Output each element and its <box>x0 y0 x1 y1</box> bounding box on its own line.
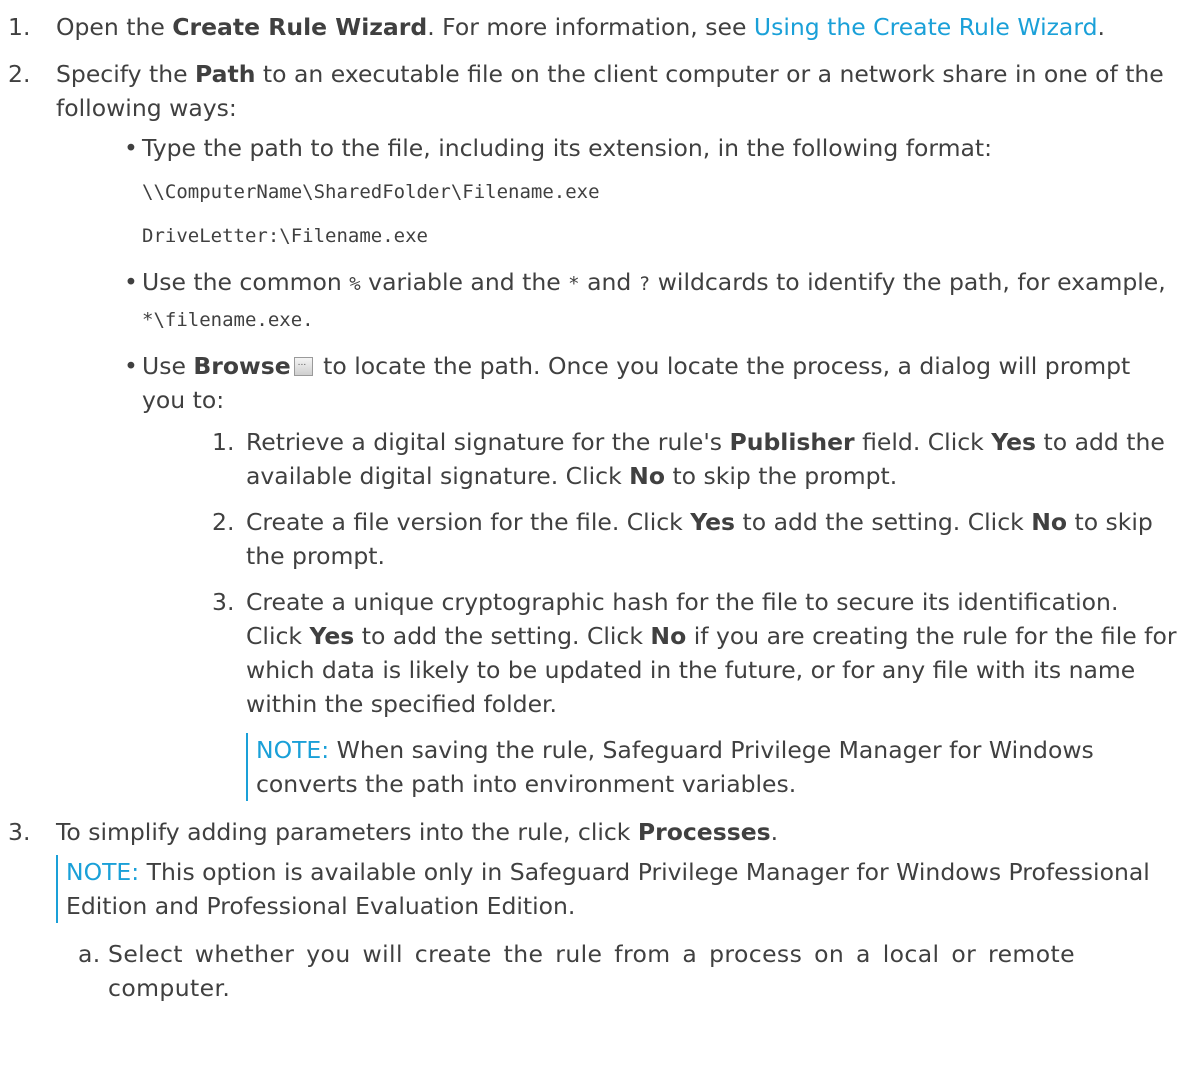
code-example-unc: \\ComputerName\SharedFolder\Filename.exe <box>142 181 600 203</box>
step-1: 1. Open the Create Rule Wizard. For more… <box>8 10 1177 44</box>
ui-term: Create Rule Wizard <box>172 13 428 41</box>
bullet-icon: • <box>124 134 138 162</box>
code-inline: * <box>568 273 580 295</box>
code-inline: *\filename.exe. <box>142 309 314 331</box>
note-environment-variables: NOTE: When saving the rule, Safeguard Pr… <box>246 733 1177 801</box>
substep-a: a. Select whether you will create the ru… <box>78 937 1177 1005</box>
bullet-icon: • <box>124 352 138 380</box>
prompt-step-2: 2. Create a file version for the file. C… <box>212 505 1177 573</box>
code-example-drive: DriveLetter:\Filename.exe <box>142 225 428 247</box>
processes-substeps: a. Select whether you will create the ru… <box>56 937 1177 1005</box>
procedure-steps: 1. Open the Create Rule Wizard. For more… <box>8 10 1177 1005</box>
step-number: 1. <box>212 428 235 456</box>
prompt-step-1: 1. Retrieve a digital signature for the … <box>212 425 1177 493</box>
prompt-step-3: 3. Create a unique cryptographic hash fo… <box>212 585 1177 721</box>
bullet-icon: • <box>124 268 138 296</box>
step-number: 2. <box>212 508 235 536</box>
step-3: 3. To simplify adding parameters into th… <box>8 815 1177 1005</box>
ui-term: Path <box>195 60 256 88</box>
prompt-steps: 1. Retrieve a digital signature for the … <box>142 425 1177 721</box>
step-2: 2. Specify the Path to an executable fil… <box>8 57 1177 801</box>
step-number: 3. <box>8 818 31 846</box>
path-methods-list: • Type the path to the file, including i… <box>56 131 1177 801</box>
code-inline: ? <box>638 273 651 295</box>
step-number: 1. <box>8 13 31 41</box>
ui-term: Browse <box>193 352 291 380</box>
browse-button-icon <box>293 346 313 380</box>
create-rule-wizard-link[interactable]: Using the Create Rule Wizard <box>754 13 1098 41</box>
document-body: 1. Open the Create Rule Wizard. For more… <box>0 0 1187 1005</box>
ui-term: Processes <box>637 818 771 846</box>
list-item-type-path: • Type the path to the file, including i… <box>122 131 1177 253</box>
step-number: 2. <box>8 60 31 88</box>
step-number: 3. <box>212 588 235 616</box>
step-letter: a. <box>78 940 101 968</box>
list-item-browse: • Use Browse to locate the path. Once yo… <box>122 346 1177 801</box>
note-professional-edition: NOTE: This option is available only in S… <box>56 855 1177 923</box>
code-inline: % <box>349 273 361 295</box>
note-label: NOTE: <box>66 858 140 886</box>
note-label: NOTE: <box>256 736 330 764</box>
list-item-wildcards: • Use the common % variable and the * an… <box>122 265 1177 337</box>
